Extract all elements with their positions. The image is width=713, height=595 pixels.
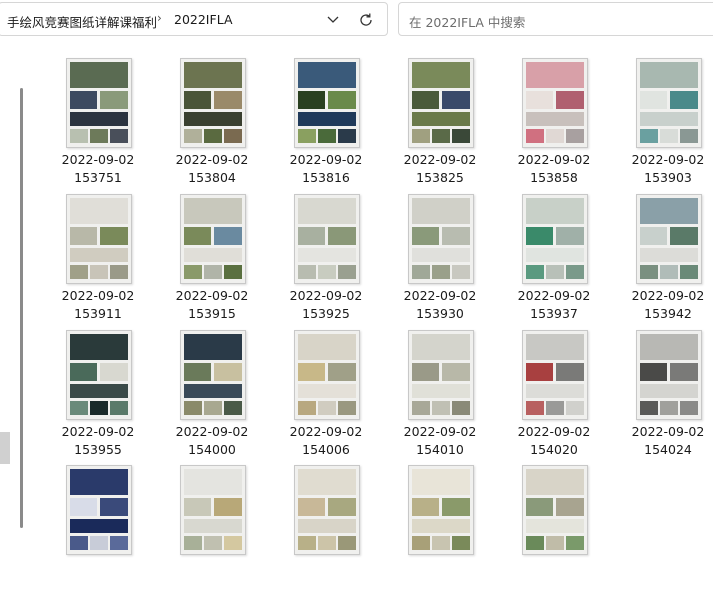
file-item[interactable]: 2022-09-02 153911 (50, 194, 146, 324)
file-item[interactable]: 2022-09-02 153804 (164, 58, 260, 188)
file-name-time: 153825 (416, 170, 464, 185)
address-bar[interactable]: 手绘风竞赛图纸详解课福利 › 2022IFLA (0, 2, 388, 36)
file-name-date: 2022-09-02 (517, 424, 591, 439)
file-name-date: 2022-09-02 (403, 424, 477, 439)
toolbar: 手绘风竞赛图纸详解课福利 › 2022IFLA 在 2022IFLA 中搜索 (0, 0, 713, 42)
file-name-time: 153911 (74, 306, 122, 321)
file-name-date: 2022-09-02 (631, 152, 705, 167)
file-name-time: 154000 (188, 442, 236, 457)
file-item[interactable]: 2022-09-02 154000 (164, 330, 260, 460)
file-item[interactable]: 2022-09-02 153937 (506, 194, 602, 324)
file-name-time: 153937 (530, 306, 578, 321)
search-box[interactable]: 在 2022IFLA 中搜索 (398, 2, 713, 36)
refresh-icon[interactable] (357, 11, 375, 29)
file-name-date: 2022-09-02 (175, 152, 249, 167)
file-name-time: 153955 (74, 442, 122, 457)
file-item[interactable]: 2022-09-02 153858 (506, 58, 602, 188)
file-name-time: 154006 (302, 442, 350, 457)
file-thumbnail[interactable] (66, 465, 132, 555)
file-item[interactable]: 2022-09-02 153825 (392, 58, 488, 188)
file-item[interactable]: 2022-09-02 154024 (620, 330, 713, 460)
file-name-date: 2022-09-02 (289, 424, 363, 439)
file-name-date: 2022-09-02 (61, 152, 135, 167)
file-thumbnail[interactable] (408, 58, 474, 148)
file-thumbnail[interactable] (66, 58, 132, 148)
file-thumbnail[interactable] (294, 194, 360, 284)
breadcrumb-separator-icon[interactable]: › (157, 11, 162, 25)
file-name-date: 2022-09-02 (631, 288, 705, 303)
file-thumbnail[interactable] (408, 194, 474, 284)
file-thumbnail[interactable] (636, 58, 702, 148)
file-thumbnail[interactable] (522, 194, 588, 284)
file-name-date: 2022-09-02 (289, 288, 363, 303)
file-name-time: 153942 (644, 306, 692, 321)
file-name-time: 153858 (530, 170, 578, 185)
file-name-date: 2022-09-02 (175, 424, 249, 439)
file-name-time: 153816 (302, 170, 350, 185)
chevron-down-icon[interactable] (325, 10, 341, 28)
file-grid: 2022-09-02 153751 2022-09-02 153804 2022-09-… (0, 42, 713, 567)
file-name-time: 154010 (416, 442, 464, 457)
file-thumbnail[interactable] (180, 58, 246, 148)
file-thumbnail[interactable] (180, 330, 246, 420)
file-thumbnail[interactable] (636, 330, 702, 420)
file-item[interactable]: 2022-09-02 153942 (620, 194, 713, 324)
file-item[interactable] (392, 465, 488, 595)
file-item[interactable]: 2022-09-02 153930 (392, 194, 488, 324)
file-name-time: 153804 (188, 170, 236, 185)
file-thumbnail[interactable] (294, 465, 360, 555)
breadcrumb-current[interactable]: 2022IFLA (174, 12, 233, 27)
file-name-time: 154020 (530, 442, 578, 457)
file-name-date: 2022-09-02 (517, 288, 591, 303)
file-thumbnail[interactable] (180, 465, 246, 555)
file-item[interactable]: 2022-09-02 154020 (506, 330, 602, 460)
file-name-time: 153925 (302, 306, 350, 321)
file-item[interactable]: 2022-09-02 153816 (278, 58, 374, 188)
file-thumbnail[interactable] (636, 194, 702, 284)
file-item[interactable]: 2022-09-02 154010 (392, 330, 488, 460)
file-name-date: 2022-09-02 (61, 288, 135, 303)
file-item[interactable]: 2022-09-02 153955 (50, 330, 146, 460)
file-name-time: 153903 (644, 170, 692, 185)
file-item[interactable]: 2022-09-02 153915 (164, 194, 260, 324)
file-thumbnail[interactable] (408, 330, 474, 420)
file-name-date: 2022-09-02 (631, 424, 705, 439)
file-thumbnail[interactable] (522, 465, 588, 555)
file-item[interactable] (506, 465, 602, 595)
file-thumbnail[interactable] (522, 330, 588, 420)
file-name-date: 2022-09-02 (517, 152, 591, 167)
file-name-time: 153930 (416, 306, 464, 321)
file-name-date: 2022-09-02 (289, 152, 363, 167)
file-thumbnail[interactable] (294, 330, 360, 420)
file-name-date: 2022-09-02 (175, 288, 249, 303)
file-thumbnail[interactable] (294, 58, 360, 148)
file-thumbnail[interactable] (522, 58, 588, 148)
file-thumbnail[interactable] (180, 194, 246, 284)
file-name-date: 2022-09-02 (61, 424, 135, 439)
file-item[interactable]: 2022-09-02 154006 (278, 330, 374, 460)
breadcrumb-parent[interactable]: 手绘风竞赛图纸详解课福利 (7, 12, 157, 31)
file-thumbnail[interactable] (66, 194, 132, 284)
file-name-date: 2022-09-02 (403, 152, 477, 167)
search-placeholder[interactable]: 在 2022IFLA 中搜索 (409, 12, 525, 31)
file-item[interactable] (164, 465, 260, 595)
file-thumbnail[interactable] (408, 465, 474, 555)
file-thumbnail[interactable] (66, 330, 132, 420)
file-name-time: 153915 (188, 306, 236, 321)
file-item[interactable]: 2022-09-02 153751 (50, 58, 146, 188)
file-name-date: 2022-09-02 (403, 288, 477, 303)
file-view: 2022-09-02 153751 2022-09-02 153804 2022-09-… (0, 42, 713, 567)
file-item[interactable] (50, 465, 146, 595)
file-name-time: 154024 (644, 442, 692, 457)
file-item[interactable] (278, 465, 374, 595)
file-name-time: 153751 (74, 170, 122, 185)
file-item[interactable]: 2022-09-02 153903 (620, 58, 713, 188)
file-item[interactable]: 2022-09-02 153925 (278, 194, 374, 324)
